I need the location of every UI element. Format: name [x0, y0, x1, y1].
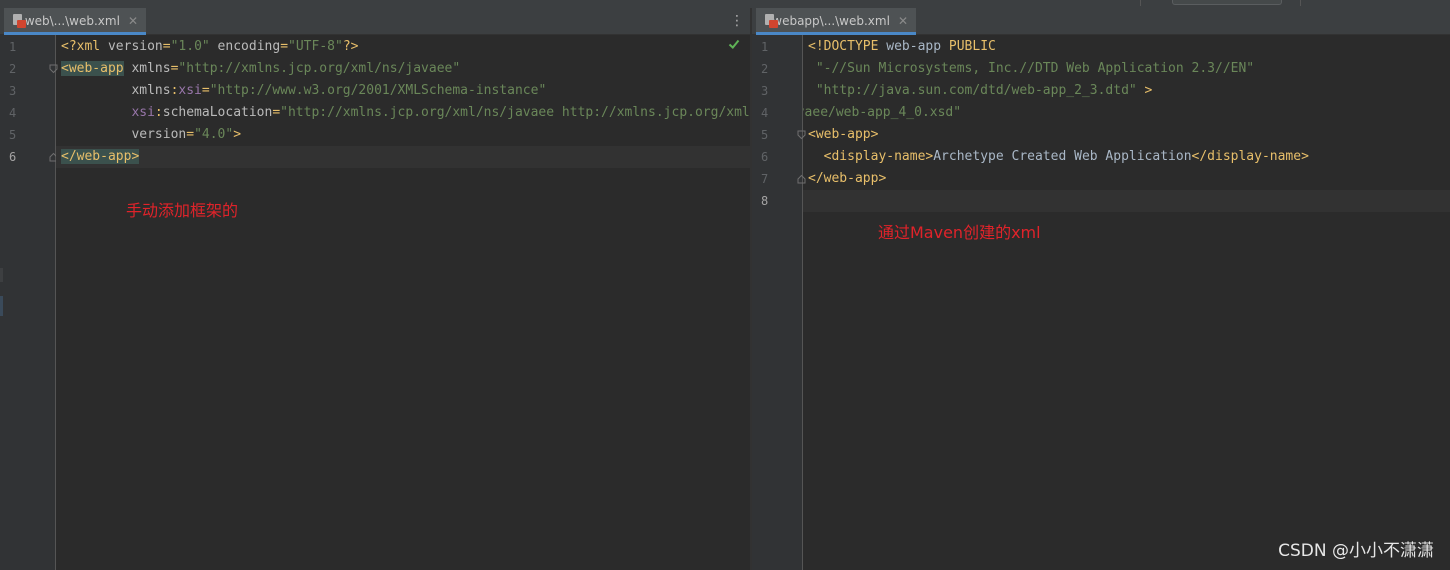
code-line: <!DOCTYPE web-app PUBLIC — [808, 36, 996, 58]
code-token: "UTF-8" — [288, 39, 343, 54]
line-number-gutter: 1 2 3 4 5 6 — [0, 35, 58, 570]
line-number: 6 — [9, 150, 17, 164]
code-token: schemaLocation — [162, 105, 273, 120]
code-token: </web-app> — [61, 149, 140, 164]
editor-tab-web-xml[interactable]: web\...\web.xml ✕ — [4, 8, 146, 35]
code-token: Archetype Created Web Application — [933, 149, 1192, 164]
code-token: = — [272, 105, 281, 120]
code-token: "http://xmlns.jcp.org/xml/ns/javaee" — [178, 61, 461, 76]
code-token: "4.0" — [194, 127, 234, 142]
code-line: </web-app> — [808, 168, 886, 190]
code-token: <display-name> — [808, 149, 934, 164]
code-token: PUBLIC — [948, 39, 996, 54]
code-token: = — [280, 39, 289, 54]
code-token: encoding — [209, 39, 281, 54]
annotation-label: 手动添加框架的 — [126, 201, 239, 220]
line-number: 3 — [761, 84, 769, 98]
code-token: xmlns — [123, 61, 171, 76]
code-editor[interactable]: <!DOCTYPE web-app PUBLIC "-//Sun Microsy… — [803, 35, 1450, 570]
tab-title: webapp\...\web.xml — [772, 14, 890, 28]
code-token: "1.0" — [170, 39, 210, 54]
scroll-edge-marker — [0, 268, 3, 282]
code-token: = — [201, 83, 210, 98]
line-number-gutter: 1 2 3 4 5 6 7 8 — [752, 35, 806, 570]
code-token: <!DOCTYPE — [808, 39, 887, 54]
code-line: "-//Sun Microsystems, Inc.//DTD Web Appl… — [808, 58, 1254, 80]
xml-file-icon — [764, 14, 778, 28]
line-number: 6 — [761, 150, 769, 164]
annotation-label: 通过Maven创建的xml — [878, 223, 1041, 242]
code-token: > — [1136, 83, 1153, 98]
code-token: = — [162, 39, 171, 54]
run-configuration-selector[interactable] — [1172, 0, 1282, 5]
editor-pane-right: webapp\...\web.xml ✕ 1 2 3 4 5 6 7 8 <!DOCTYPE … — [752, 8, 1450, 570]
code-token: </display-name> — [1191, 149, 1309, 164]
code-token: "http://www.w3.org/2001/XMLSchema-instan… — [209, 83, 547, 98]
current-line-highlight — [56, 146, 750, 168]
line-number: 2 — [761, 62, 769, 76]
more-vertical-icon[interactable]: ⋮ — [730, 12, 744, 30]
checkmark-icon — [728, 39, 740, 49]
editor-tab-bar: web\...\web.xml ✕ ⋮ — [0, 8, 750, 35]
code-line: <web-app> — [808, 124, 878, 146]
code-token: xsi — [61, 105, 155, 120]
line-number: 2 — [9, 62, 17, 76]
watermark: CSDN @小小不潇潇 — [1278, 541, 1434, 561]
code-line: <web-app xmlns="http://xmlns.jcp.org/xml… — [61, 58, 460, 80]
toolbar-divider — [1140, 0, 1141, 6]
code-token: <web-app> — [808, 127, 879, 142]
line-number: 1 — [761, 40, 769, 54]
code-token: = — [186, 127, 195, 142]
code-line: version="4.0"> — [61, 124, 241, 146]
code-token: </web-app> — [808, 171, 887, 186]
code-token: xsi — [178, 83, 202, 98]
toolbar-divider — [1300, 0, 1301, 6]
line-number: 4 — [761, 106, 769, 120]
line-number: 7 — [761, 172, 769, 186]
line-number: 3 — [9, 84, 17, 98]
code-token: ?> — [342, 39, 359, 54]
code-token: > — [233, 127, 242, 142]
code-token: <web-app — [61, 61, 124, 76]
code-token: version — [61, 127, 187, 142]
xml-file-icon — [12, 14, 26, 28]
code-line: </web-app> — [61, 146, 140, 168]
code-token: version — [107, 39, 163, 54]
code-token: xmlns — [61, 83, 171, 98]
close-icon[interactable]: ✕ — [128, 14, 138, 28]
current-line-highlight — [803, 190, 1450, 212]
code-line: <?xml version="1.0" encoding="UTF-8"?> — [61, 36, 358, 58]
editor-tab-bar: webapp\...\web.xml ✕ — [752, 8, 1450, 35]
code-line: <display-name>Archetype Created Web Appl… — [808, 146, 1309, 168]
line-number: 5 — [9, 128, 17, 142]
code-editor[interactable]: <?xml version="1.0" encoding="UTF-8"?> <w… — [56, 35, 961, 570]
code-line: "http://java.sun.com/dtd/web-app_2_3.dtd… — [808, 80, 1153, 102]
close-icon[interactable]: ✕ — [898, 14, 908, 28]
line-number: 8 — [761, 194, 769, 208]
code-line: xmlns:xsi="http://www.w3.org/2001/XMLSch… — [61, 80, 546, 102]
code-token: "-//Sun Microsystems, Inc.//DTD Web Appl… — [808, 61, 1255, 76]
code-token: : — [154, 105, 163, 120]
editor-tab-webapp-web-xml[interactable]: webapp\...\web.xml ✕ — [756, 8, 916, 35]
line-number: 1 — [9, 40, 17, 54]
tab-title: web\...\web.xml — [24, 14, 120, 28]
editor-pane-left: web\...\web.xml ✕ ⋮ 1 2 3 4 5 6 <?xml version… — [0, 8, 961, 570]
code-token: "http://java.sun.com/dtd/web-app_2_3.dtd… — [808, 83, 1137, 98]
code-token: web-app — [886, 39, 949, 54]
code-token: <?xml — [61, 39, 108, 54]
line-number: 4 — [9, 106, 17, 120]
scroll-edge-marker — [0, 296, 3, 316]
line-number: 5 — [761, 128, 769, 142]
